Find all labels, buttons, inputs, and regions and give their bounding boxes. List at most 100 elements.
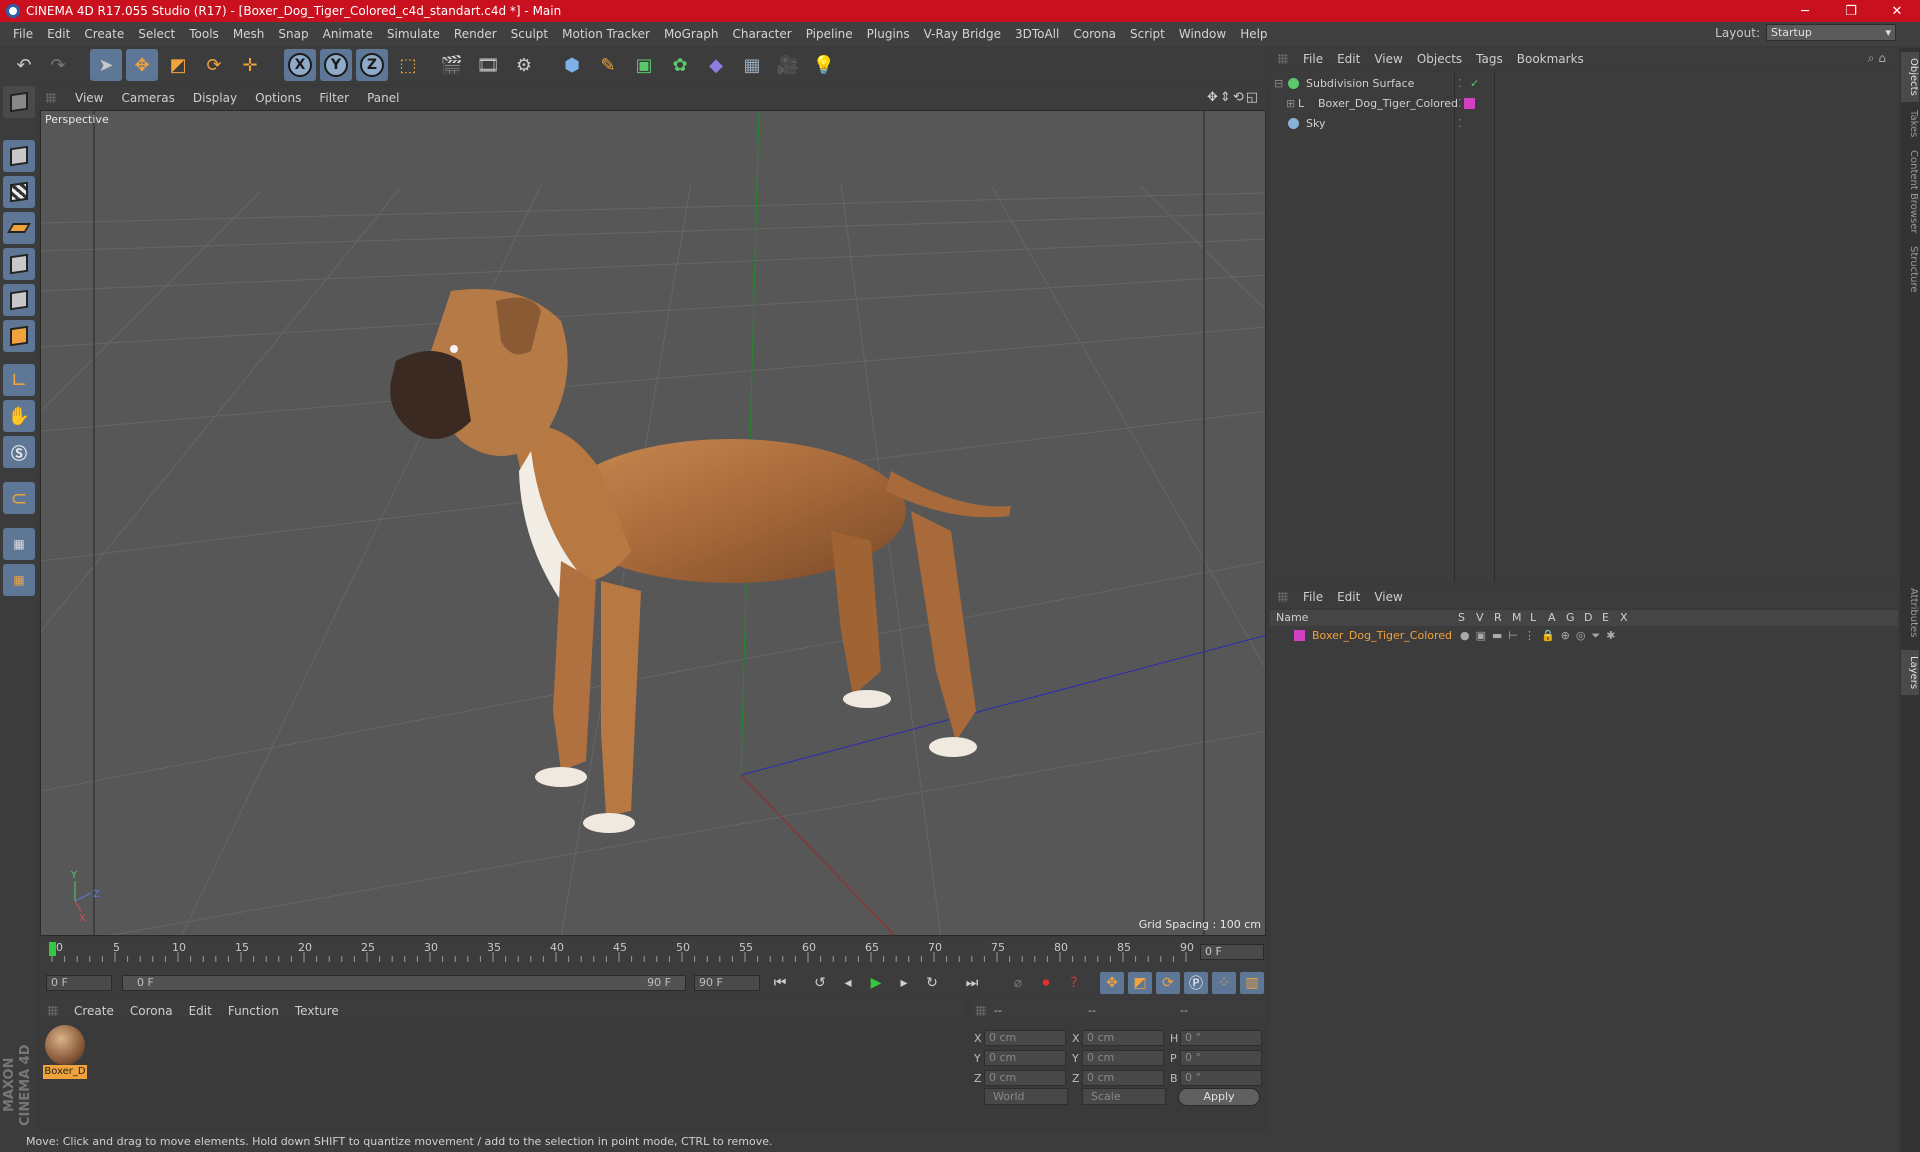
object-row[interactable]: ⊞ L Boxer_Dog_Tiger_Colored ⁚ xyxy=(1270,94,1898,114)
autokeying-icon[interactable]: ⏺ xyxy=(1034,972,1058,994)
viewport-menu-cameras[interactable]: Cameras xyxy=(112,91,183,105)
object-row[interactable]: Sky ⁚ xyxy=(1270,114,1898,134)
render-settings-icon[interactable]: ⚙ xyxy=(508,49,540,81)
light-icon[interactable]: 💡 xyxy=(808,49,840,81)
preview-range-slider[interactable]: 0 F 90 F xyxy=(122,975,686,991)
menu-character[interactable]: Character xyxy=(725,27,798,41)
make-editable-icon[interactable] xyxy=(3,86,35,118)
minimize-button[interactable]: ─ xyxy=(1782,0,1828,22)
z-axis-lock-icon[interactable]: Z xyxy=(356,49,388,81)
menu-snap[interactable]: Snap xyxy=(271,27,315,41)
layer-col-render[interactable]: R xyxy=(1494,611,1502,624)
viewport-menu-panel[interactable]: Panel xyxy=(358,91,408,105)
menu-sculpt[interactable]: Sculpt xyxy=(504,27,555,41)
coordinate-system-icon[interactable]: ⬚ xyxy=(392,49,424,81)
tab-structure[interactable]: Structure xyxy=(1901,240,1919,299)
close-button[interactable]: ✕ xyxy=(1874,0,1920,22)
enabled-check-icon[interactable]: ✓ xyxy=(1470,77,1479,90)
menu-pipeline[interactable]: Pipeline xyxy=(799,27,860,41)
timeline-ruler[interactable]: 0 5 10 15 20 25 30 35 40 45 50 55 60 65 … xyxy=(40,938,1266,968)
y-axis-lock-icon[interactable]: Y xyxy=(320,49,352,81)
pos-z-field[interactable]: 0 cm xyxy=(984,1070,1066,1086)
collapse-toggle-icon[interactable]: ⊟ xyxy=(1274,77,1283,90)
panel-grip-icon[interactable] xyxy=(48,1006,58,1016)
menu-tools[interactable]: Tools xyxy=(182,27,226,41)
maximize-button[interactable]: ❐ xyxy=(1828,0,1874,22)
material-menu-create[interactable]: Create xyxy=(66,1004,122,1018)
planar-workplane-icon[interactable]: ▦ xyxy=(3,564,35,596)
workplane-mode-icon[interactable] xyxy=(3,212,35,244)
subdivision-generator-icon[interactable]: ▣ xyxy=(628,49,660,81)
layer-col-expressions[interactable]: E xyxy=(1602,611,1609,624)
object-row[interactable]: ⊟ Subdivision Surface ⁚ ✓ xyxy=(1270,74,1898,94)
menu-file[interactable]: File xyxy=(6,27,40,41)
timeline-window-icon[interactable]: ▥ xyxy=(1240,972,1264,994)
objects-menu-bookmarks[interactable]: Bookmarks xyxy=(1510,52,1591,66)
visibility-dots-icon[interactable]: ⁚ xyxy=(1458,97,1462,110)
layer-col-animation[interactable]: A xyxy=(1548,611,1556,624)
objects-menu-file[interactable]: File xyxy=(1296,52,1330,66)
layer-col-xrefs[interactable]: X xyxy=(1620,611,1628,624)
current-frame-field[interactable]: 0 F xyxy=(1200,944,1264,960)
visibility-dots-icon[interactable]: ⁚ xyxy=(1458,117,1462,130)
menu-animate[interactable]: Animate xyxy=(316,27,380,41)
solo-mode-icon[interactable]: Ⓢ xyxy=(3,436,35,468)
coordinate-mode-select[interactable]: World xyxy=(984,1088,1068,1105)
layer-col-name[interactable]: Name xyxy=(1276,611,1308,624)
material-menu-corona[interactable]: Corona xyxy=(122,1004,181,1018)
undo-icon[interactable]: ↶ xyxy=(8,49,40,81)
layers-menu-view[interactable]: View xyxy=(1367,590,1409,604)
live-selection-icon[interactable]: ➤ xyxy=(90,49,122,81)
menu-create[interactable]: Create xyxy=(77,27,131,41)
menu-window[interactable]: Window xyxy=(1172,27,1233,41)
rot-p-field[interactable]: 0 ° xyxy=(1180,1050,1262,1066)
apply-button[interactable]: Apply xyxy=(1178,1088,1260,1106)
pos-y-field[interactable]: 0 cm xyxy=(984,1050,1066,1066)
size-mode-select[interactable]: Scale xyxy=(1082,1088,1166,1105)
menu-vray-bridge[interactable]: V-Ray Bridge xyxy=(917,27,1008,41)
menu-mesh[interactable]: Mesh xyxy=(226,27,272,41)
layer-col-deformers[interactable]: D xyxy=(1584,611,1592,624)
workplane-lock-icon[interactable]: ▦ xyxy=(3,528,35,560)
edges-mode-icon[interactable] xyxy=(3,284,35,316)
objects-menu-view[interactable]: View xyxy=(1367,52,1409,66)
go-to-start-icon[interactable]: ⏮ xyxy=(768,972,792,994)
layer-color-swatch[interactable] xyxy=(1294,630,1305,641)
menu-render[interactable]: Render xyxy=(447,27,504,41)
key-position-icon[interactable]: ✥ xyxy=(1100,972,1124,994)
viewport-menu-options[interactable]: Options xyxy=(246,91,310,105)
rot-b-field[interactable]: 0 ° xyxy=(1180,1070,1262,1086)
tab-layers[interactable]: Layers xyxy=(1901,650,1919,696)
layer-col-locked[interactable]: L xyxy=(1530,611,1536,624)
points-mode-icon[interactable] xyxy=(3,248,35,280)
viewport-navigation-icons[interactable]: ✥⇕⟲◱ xyxy=(1207,90,1260,105)
menu-help[interactable]: Help xyxy=(1233,27,1274,41)
objects-menu-edit[interactable]: Edit xyxy=(1330,52,1367,66)
layout-select[interactable]: Startup xyxy=(1766,24,1896,41)
axis-mode-icon[interactable]: ∟ xyxy=(3,364,35,396)
perspective-viewport[interactable]: Y Z X Perspective Grid Spacing : 100 cm xyxy=(40,110,1266,936)
tweak-mode-icon[interactable]: ✋ xyxy=(3,400,35,432)
menu-plugins[interactable]: Plugins xyxy=(860,27,917,41)
x-axis-lock-icon[interactable]: X xyxy=(284,49,316,81)
redo-icon[interactable]: ↷ xyxy=(42,49,74,81)
menu-select[interactable]: Select xyxy=(131,27,182,41)
layer-col-solo[interactable]: S xyxy=(1458,611,1465,624)
layers-menu-file[interactable]: File xyxy=(1296,590,1330,604)
key-parameter-icon[interactable]: Ⓟ xyxy=(1184,972,1208,994)
layer-col-manager[interactable]: M xyxy=(1512,611,1522,624)
layer-col-generators[interactable]: G xyxy=(1566,611,1575,624)
viewport-perspective-label[interactable]: Perspective xyxy=(45,113,109,126)
play-forward-icon[interactable]: ▶ xyxy=(864,972,888,994)
size-x-field[interactable]: 0 cm xyxy=(1082,1030,1164,1046)
floor-scene-icon[interactable]: ▦ xyxy=(736,49,768,81)
tab-takes[interactable]: Takes xyxy=(1901,104,1919,143)
layer-flag-icons[interactable]: ●▣▬⊢⋮🔒⊕◎⏷✱ xyxy=(1460,629,1622,643)
pos-x-field[interactable]: 0 cm xyxy=(984,1030,1066,1046)
snap-magnet-icon[interactable]: ⊂ xyxy=(3,482,35,514)
material-menu-edit[interactable]: Edit xyxy=(181,1004,220,1018)
menu-edit[interactable]: Edit xyxy=(40,27,77,41)
material-menu-function[interactable]: Function xyxy=(220,1004,287,1018)
end-frame-field[interactable]: 90 F xyxy=(694,975,760,991)
key-scale-icon[interactable]: ◩ xyxy=(1128,972,1152,994)
